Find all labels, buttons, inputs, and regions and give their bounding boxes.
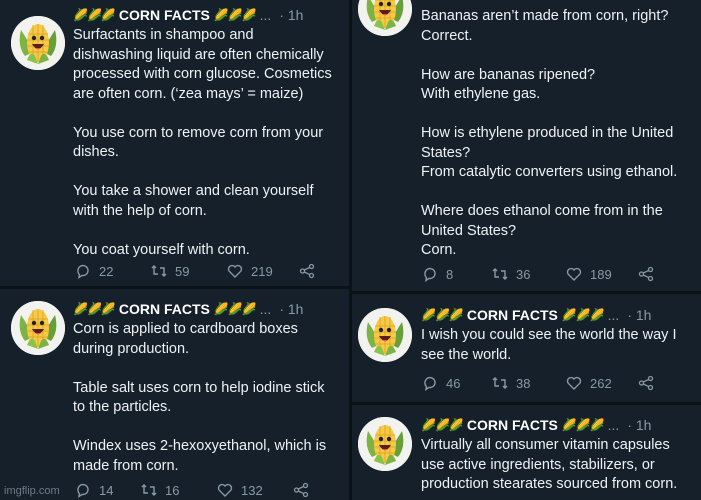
tweet-text: I wish you could see the world the way I… [421, 327, 677, 363]
like-count: 132 [241, 482, 263, 498]
retweet-button[interactable]: 16 [141, 482, 217, 498]
tweet-card[interactable]: 🌽🌽🌽 CORN FACTS 🌽🌽🌽 ... · 1h I wish you c… [352, 294, 701, 402]
like-button[interactable]: 189 [566, 266, 638, 282]
tweet-text: Surfactants in shampoo and dishwashing l… [73, 27, 332, 258]
like-icon [227, 263, 243, 279]
tweet-card[interactable]: Bananas aren’t made from corn, right? Co… [352, 0, 701, 291]
truncation-dots: ... [607, 417, 620, 433]
tweet-actions: 46 38 262 [422, 375, 662, 391]
retweet-count: 36 [516, 266, 531, 282]
reply-icon [422, 375, 438, 391]
tweet-actions: 14 16 132 [75, 482, 317, 498]
tweet-actions: 22 59 219 [75, 263, 323, 279]
reply-icon [75, 482, 91, 498]
reply-count: 46 [446, 375, 461, 391]
avatar[interactable] [11, 301, 65, 355]
tweet-header: 🌽🌽🌽 CORN FACTS 🌽🌽🌽 ... · 1h [421, 307, 651, 323]
corn-emoji-icon: 🌽🌽🌽 [561, 308, 605, 322]
corn-emoji-icon: 🌽🌽🌽 [561, 418, 605, 432]
tweet-header: 🌽🌽🌽 CORN FACTS 🌽🌽🌽 ... · 1h [73, 301, 303, 317]
truncation-dots: ... [607, 307, 620, 323]
retweet-icon [492, 266, 508, 282]
reply-button[interactable]: 22 [75, 263, 151, 279]
like-count: 219 [251, 263, 273, 279]
corn-emoji-icon: 🌽🌽🌽 [73, 302, 116, 316]
retweet-button[interactable]: 38 [492, 375, 566, 391]
display-name[interactable]: CORN FACTS [467, 307, 558, 323]
tweet-actions: 8 36 189 [422, 266, 662, 282]
share-button[interactable] [638, 266, 662, 282]
reply-icon [75, 263, 91, 279]
corn-emoji-icon: 🌽🌽🌽 [213, 302, 257, 316]
timestamp[interactable]: · 1h [279, 301, 303, 317]
share-icon [293, 482, 309, 498]
retweet-count: 38 [516, 375, 531, 391]
watermark: imgflip.com [4, 485, 60, 497]
corn-emoji-icon: 🌽🌽🌽 [73, 8, 116, 22]
share-icon [638, 375, 654, 391]
reply-count: 8 [446, 266, 454, 282]
display-name[interactable]: CORN FACTS [119, 7, 210, 23]
tweet-text: Corn is applied to cardboard boxes durin… [73, 321, 327, 474]
share-icon [638, 266, 654, 282]
reply-count: 14 [99, 482, 114, 498]
timestamp[interactable]: · 1h [627, 307, 651, 323]
like-count: 189 [590, 266, 612, 282]
retweet-icon [492, 375, 508, 391]
like-button[interactable]: 262 [566, 375, 638, 391]
avatar[interactable] [358, 0, 412, 36]
retweet-button[interactable]: 59 [151, 263, 227, 279]
corn-emoji-icon: 🌽🌽🌽 [213, 8, 257, 22]
timestamp[interactable]: · 1h [627, 417, 651, 433]
retweet-count: 16 [165, 482, 180, 498]
avatar[interactable] [11, 16, 65, 70]
tweet-text: Virtually all consumer vitamin capsules … [421, 437, 678, 492]
like-button[interactable]: 132 [217, 482, 293, 498]
tweet-text: Bananas aren’t made from corn, right? Co… [421, 8, 678, 258]
share-button[interactable] [638, 375, 662, 391]
retweet-button[interactable]: 36 [492, 266, 566, 282]
share-icon [299, 263, 315, 279]
reply-icon [422, 266, 438, 282]
retweet-icon [151, 263, 167, 279]
reply-button[interactable]: 8 [422, 266, 492, 282]
truncation-dots: ... [259, 7, 272, 23]
avatar[interactable] [358, 417, 412, 471]
corn-emoji-icon: 🌽🌽🌽 [421, 418, 464, 432]
timestamp[interactable]: · 1h [279, 7, 303, 23]
like-button[interactable]: 219 [227, 263, 299, 279]
reply-button[interactable]: 46 [422, 375, 492, 391]
tweet-header: 🌽🌽🌽 CORN FACTS 🌽🌽🌽 ... · 1h [421, 417, 651, 433]
reply-button[interactable]: 14 [75, 482, 141, 498]
reply-count: 22 [99, 263, 114, 279]
corn-emoji-icon: 🌽🌽🌽 [421, 308, 464, 322]
display-name[interactable]: CORN FACTS [467, 417, 558, 433]
retweet-icon [141, 482, 157, 498]
retweet-count: 59 [175, 263, 190, 279]
share-button[interactable] [299, 263, 323, 279]
like-icon [566, 266, 582, 282]
avatar[interactable] [358, 308, 412, 362]
tweet-header: 🌽🌽🌽 CORN FACTS 🌽🌽🌽 ... · 1h [73, 7, 303, 23]
tweet-card[interactable]: 🌽🌽🌽 CORN FACTS 🌽🌽🌽 ... · 1h Corn is appl… [0, 289, 349, 500]
display-name[interactable]: CORN FACTS [119, 301, 210, 317]
like-icon [217, 482, 233, 498]
tweet-card[interactable]: 🌽🌽🌽 CORN FACTS 🌽🌽🌽 ... · 1h Virtually al… [352, 405, 701, 500]
truncation-dots: ... [259, 301, 272, 317]
like-icon [566, 375, 582, 391]
like-count: 262 [590, 375, 612, 391]
share-button[interactable] [293, 482, 317, 498]
tweet-card[interactable]: 🌽🌽🌽 CORN FACTS 🌽🌽🌽 ... · 1h Surfactants … [0, 0, 349, 286]
